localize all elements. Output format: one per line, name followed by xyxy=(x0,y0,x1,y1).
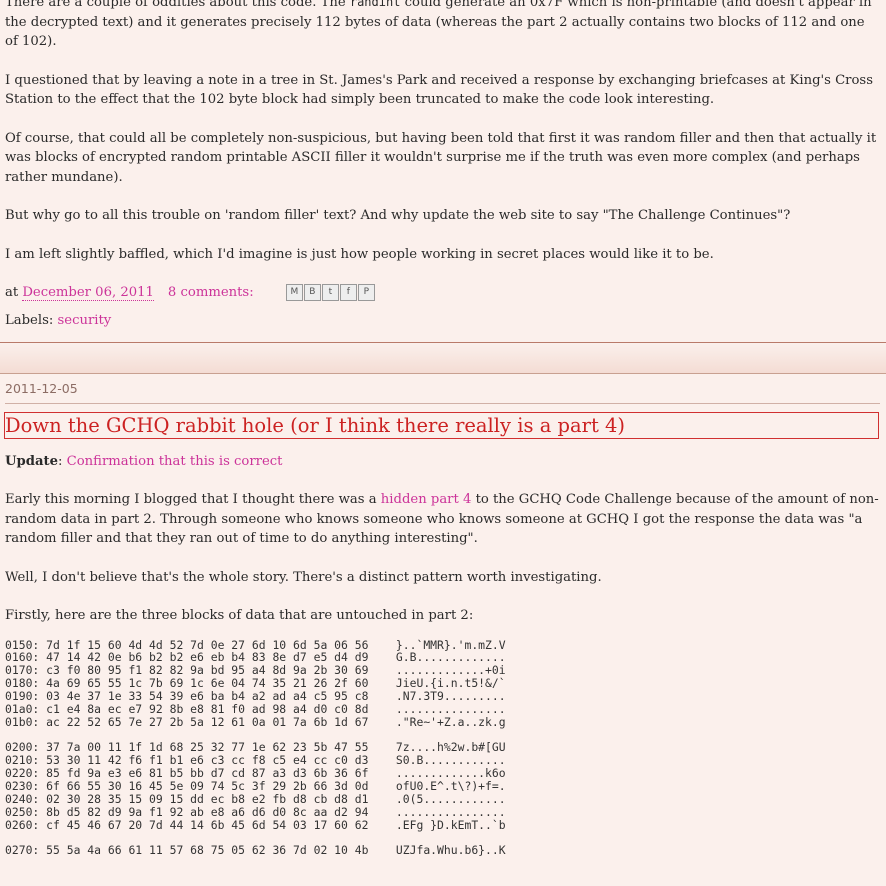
post-paragraph: I questioned that by leaving a note in a… xyxy=(5,72,873,108)
comments-link[interactable]: 8 comments: xyxy=(168,285,254,300)
label-link[interactable]: security xyxy=(58,313,112,328)
update-line: Update: Confirmation that this is correc… xyxy=(5,454,283,469)
hex-dump-block: 0150: 7d 1f 15 60 4d 4d 52 7d 0e 27 6d 1… xyxy=(5,637,506,730)
post-footer: at December 06, 2011 8 comments: M B t f … xyxy=(5,283,880,302)
date-header: 2011-12-05 xyxy=(5,381,880,404)
hex-dump-block: 0200: 37 7a 00 11 1f 1d 68 25 32 77 1e 6… xyxy=(5,740,506,832)
current-post: 2011-12-05 Down the GCHQ rabbit hole (or… xyxy=(0,381,886,857)
twitter-icon[interactable]: t xyxy=(321,284,339,301)
post-paragraph: Firstly, here are the three blocks of da… xyxy=(5,608,474,623)
post-paragraph: Of course, that could all be completely … xyxy=(5,130,877,185)
blog-this-icon[interactable]: B xyxy=(303,284,321,301)
post-paragraph: I am left slightly baffled, which I'd im… xyxy=(5,246,714,262)
post-title[interactable]: Down the GCHQ rabbit hole (or I think th… xyxy=(4,412,879,439)
post-paragraph: Early this morning I blogged that I thou… xyxy=(5,492,879,546)
post-paragraph: There are a couple of oddities about thi… xyxy=(5,0,880,52)
hidden-part-4-link[interactable]: hidden part 4 xyxy=(381,492,472,507)
post-paragraph: Well, I don't believe that's the whole s… xyxy=(5,569,602,585)
previous-post: There are a couple of oddities about thi… xyxy=(0,0,886,330)
post-date-link[interactable]: December 06, 2011 xyxy=(22,285,154,301)
post-labels: Labels: security xyxy=(5,313,112,328)
email-icon[interactable]: M xyxy=(285,284,303,301)
post-separator-band xyxy=(0,343,886,374)
share-buttons: M B t f P xyxy=(285,284,375,301)
inline-code: randint xyxy=(349,0,401,9)
facebook-icon[interactable]: f xyxy=(339,284,357,301)
page: There are a couple of oddities about thi… xyxy=(0,0,886,869)
update-link[interactable]: Confirmation that this is correct xyxy=(67,454,283,469)
post-paragraph: But why go to all this trouble on 'rando… xyxy=(5,208,791,223)
post-body: Early this morning I blogged that I thou… xyxy=(5,490,880,857)
hex-dump-block: 0270: 55 5a 4a 66 61 11 57 68 75 05 62 3… xyxy=(5,842,506,857)
pinterest-icon[interactable]: P xyxy=(357,284,375,301)
